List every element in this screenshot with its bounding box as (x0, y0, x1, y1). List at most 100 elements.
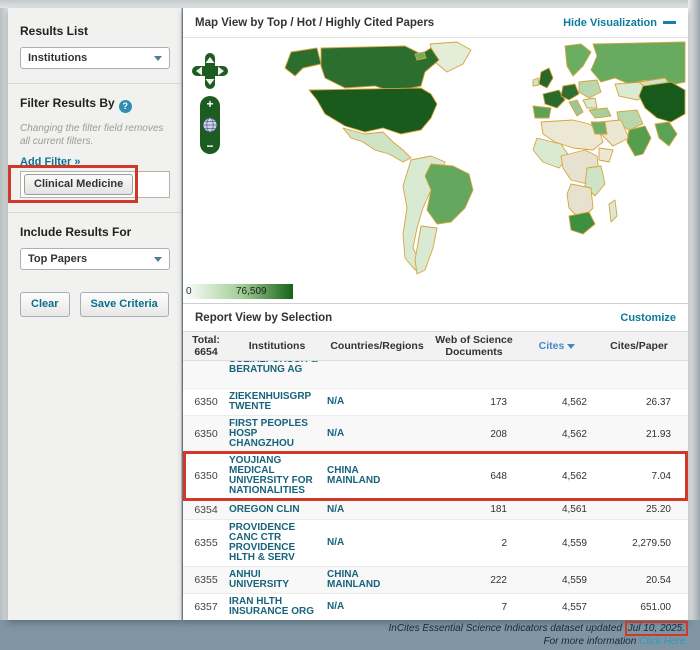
map-country-iceland (415, 52, 426, 60)
include-results-heading: Include Results For (20, 225, 169, 239)
institution-link[interactable]: FIRST PEOPLES HOSP CHANGZHOU (229, 419, 325, 449)
cites-paper-cell: 2,279.50 (595, 538, 683, 549)
rank-cell: 6355 (183, 537, 229, 549)
cites-paper-cell: 25.20 (595, 504, 683, 515)
minus-icon (663, 21, 676, 24)
institution-link[interactable]: IRAN HLTH INSURANCE ORG (229, 597, 325, 617)
map-country-brazil (425, 164, 473, 224)
column-header-wos-documents[interactable]: Web of Science Documents (429, 334, 519, 358)
institution-link[interactable]: PROVIDENCE CANC CTR PROVIDENCE HLTH & SE… (229, 523, 325, 563)
table-row: 6350 ZIEKENHUISGRP TWENTE N/A 173 4,562 … (183, 389, 688, 416)
filter-results-heading: Filter Results By? (20, 96, 169, 113)
table-row: SOZIALFORSCH & BERATUNG AG (183, 361, 688, 389)
hide-visualization-link[interactable]: Hide Visualization (563, 17, 676, 29)
map-area: + − (183, 38, 688, 283)
map-country-uk (539, 68, 553, 88)
zoom-in-button[interactable]: + (206, 98, 213, 110)
cites-paper-cell: 7.04 (595, 471, 683, 482)
globe-icon (202, 117, 218, 133)
map-legend: 0 76,509 (183, 283, 688, 303)
map-country-russia (591, 42, 685, 86)
institution-link[interactable]: ZIEKENHUISGRP TWENTE (229, 392, 325, 412)
cites-cell: 4,562 (519, 397, 595, 408)
map-zoom-control[interactable]: + − (200, 96, 220, 154)
country-cell: CHINA MAINLAND (325, 466, 429, 486)
filter-note: Changing the filter field removes all cu… (20, 122, 169, 148)
table-row: 6355 PROVIDENCE CANC CTR PROVIDENCE HLTH… (183, 520, 688, 567)
map-pan-control[interactable] (191, 52, 229, 90)
map-country-argentina (415, 226, 437, 274)
sort-desc-icon (567, 344, 575, 349)
country-cell: N/A (325, 602, 429, 612)
sidebar-divider (8, 212, 181, 213)
cites-cell: 4,557 (519, 602, 595, 613)
annotation-box-date: Jul 10, 2025. (625, 621, 688, 636)
add-filter-link[interactable]: Add Filter » (20, 156, 169, 168)
table-row: 6350 FIRST PEOPLES HOSP CHANGZHOU N/A 20… (183, 416, 688, 453)
table-body: SOZIALFORSCH & BERATUNG AG 6350 ZIEKENHU… (183, 361, 688, 620)
map-country-usa (309, 88, 437, 134)
dataset-update-notice: InCites Essential Science Indicators dat… (388, 622, 688, 648)
institution-link[interactable]: OREGON CLIN (229, 505, 325, 515)
rank-cell: 6357 (183, 601, 229, 613)
docs-cell: 173 (429, 397, 519, 408)
map-country-italy (569, 100, 583, 116)
cites-cell: 4,562 (519, 471, 595, 482)
map-legend-gradient: 0 76,509 (183, 284, 293, 299)
docs-cell: 208 (429, 429, 519, 440)
save-criteria-button[interactable]: Save Criteria (80, 292, 169, 317)
cites-paper-cell: 21.93 (595, 429, 683, 440)
report-title: Report View by Selection (195, 312, 332, 324)
cites-cell: 4,561 (519, 504, 595, 515)
cites-cell: 4,562 (519, 429, 595, 440)
docs-cell: 2 (429, 538, 519, 549)
map-country-south-africa (569, 212, 595, 234)
table-row: 6357 IRAN HLTH INSURANCE ORG N/A 7 4,557… (183, 594, 688, 620)
institution-link[interactable]: ANHUI UNIVERSITY (229, 570, 325, 590)
institution-link[interactable]: SOZIALFORSCH & BERATUNG AG (229, 361, 325, 375)
clear-button[interactable]: Clear (20, 292, 70, 317)
column-header-countries[interactable]: Countries/Regions (325, 340, 429, 352)
results-list-select[interactable]: Institutions (20, 47, 170, 69)
zoom-out-button[interactable]: − (206, 140, 213, 152)
country-cell: N/A (325, 505, 429, 515)
customize-link[interactable]: Customize (620, 312, 676, 324)
report-header: Report View by Selection Customize (183, 303, 688, 331)
map-region-iberia (533, 106, 551, 118)
cites-paper-cell: 651.00 (595, 602, 683, 613)
map-region-eastern-europe (579, 80, 601, 98)
main-panel: Map View by Top / Hot / Highly Cited Pap… (183, 8, 688, 620)
docs-cell: 222 (429, 575, 519, 586)
cites-paper-cell: 26.37 (595, 397, 683, 408)
column-header-cites-sort[interactable]: Cites (519, 340, 595, 352)
map-title: Map View by Top / Hot / Highly Cited Pap… (195, 17, 434, 29)
cites-paper-cell: 20.54 (595, 575, 683, 586)
map-country-alaska (285, 48, 321, 76)
cites-cell: 4,559 (519, 575, 595, 586)
column-header-cites-paper[interactable]: Cites/Paper (595, 340, 683, 352)
column-header-institutions[interactable]: Institutions (229, 340, 325, 352)
institution-link[interactable]: YOUJIANG MEDICAL UNIVERSITY FOR NATIONAL… (229, 456, 325, 496)
clinical-medicine-chip[interactable]: Clinical Medicine (24, 174, 133, 195)
chevron-down-icon (154, 56, 162, 61)
filters-sidebar: Results List Institutions Filter Results… (8, 8, 182, 620)
map-header: Map View by Top / Hot / Highly Cited Pap… (183, 8, 688, 38)
results-list-heading: Results List (20, 24, 169, 38)
legend-min-label: 0 (186, 286, 192, 297)
map-country-china (639, 82, 685, 122)
map-country-madagascar (609, 200, 617, 222)
results-list-selected-value: Institutions (28, 52, 87, 64)
click-here-link[interactable]: Click Here. (639, 636, 688, 647)
chevron-down-icon (154, 257, 162, 262)
map-region-horn-africa (599, 148, 613, 162)
rank-cell: 6354 (183, 504, 229, 516)
scrollbar-track[interactable] (688, 0, 700, 620)
help-icon[interactable]: ? (119, 100, 132, 113)
world-map[interactable] (225, 38, 687, 278)
rank-cell: 6350 (183, 428, 229, 440)
filter-input[interactable]: Clinical Medicine (20, 171, 170, 198)
country-cell: N/A (325, 429, 429, 439)
table-row-highlighted: 6350 YOUJIANG MEDICAL UNIVERSITY FOR NAT… (183, 453, 688, 500)
include-results-select[interactable]: Top Papers (20, 248, 170, 270)
map-country-india (627, 126, 651, 156)
